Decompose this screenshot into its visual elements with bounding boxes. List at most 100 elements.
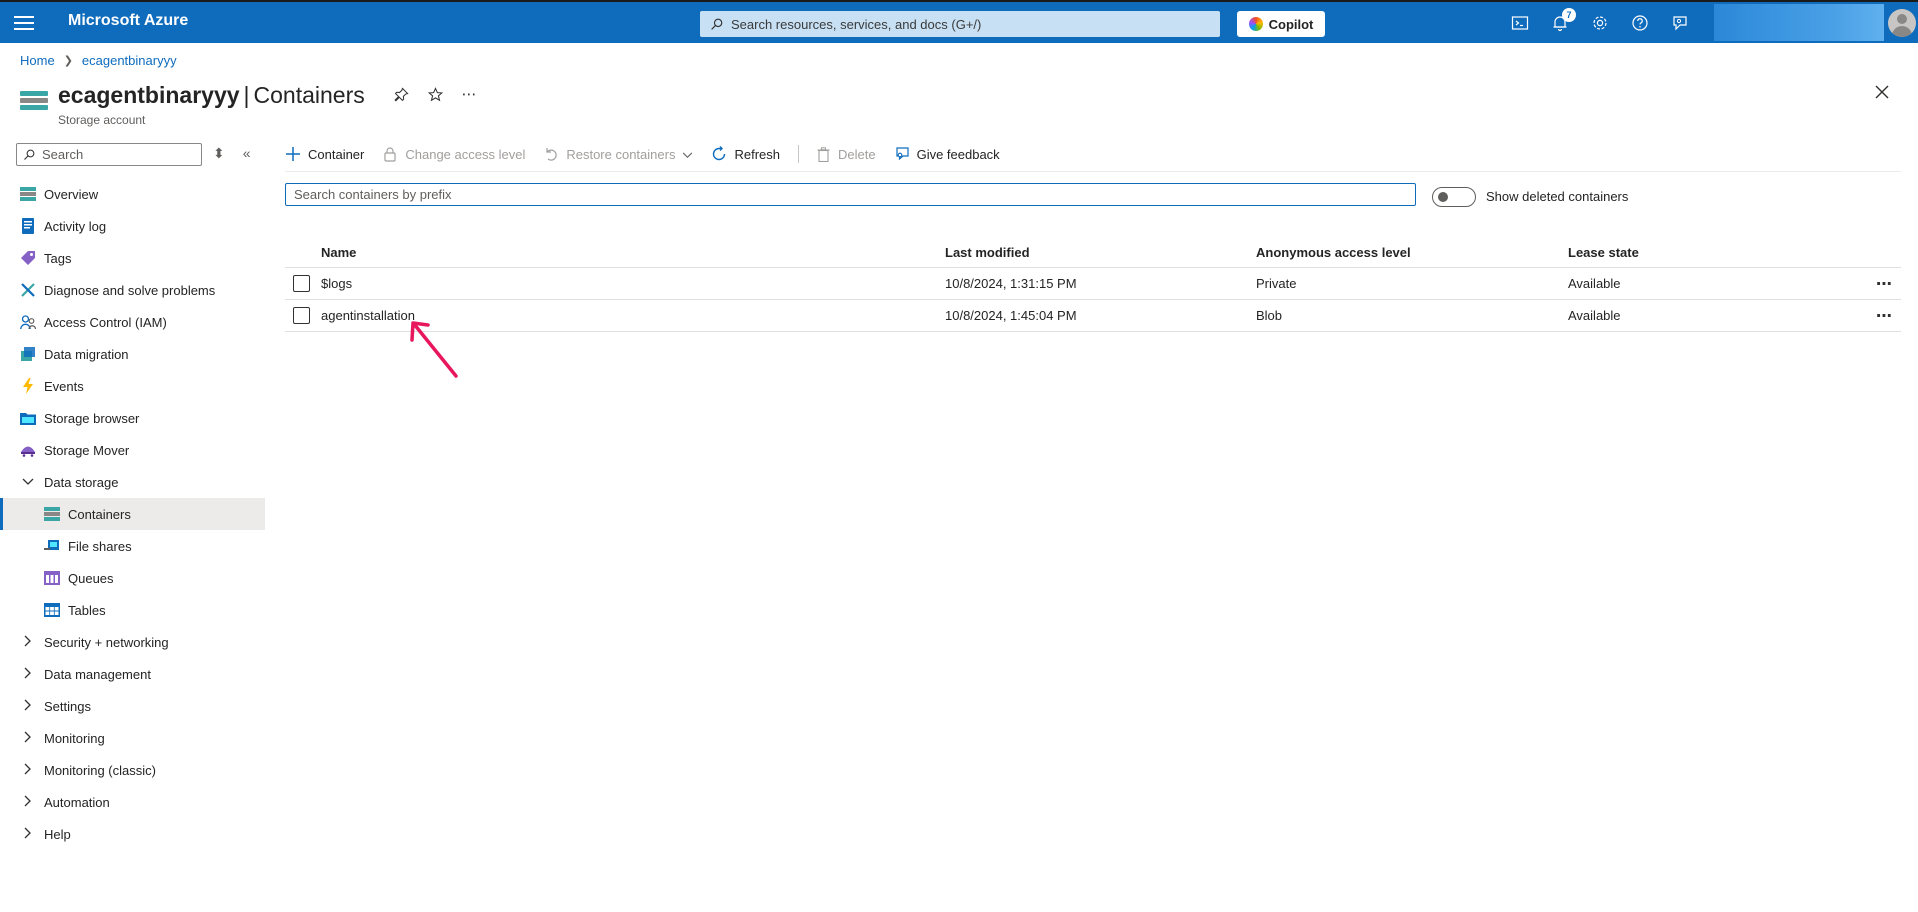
sidebar-item-label: File shares <box>68 538 132 554</box>
sidebar-group-automation[interactable]: Automation <box>0 786 265 818</box>
sidebar-item-label: Security + networking <box>44 634 169 650</box>
help-question-icon[interactable] <box>1630 13 1650 33</box>
sidebar-item-label: Activity log <box>44 218 107 234</box>
sidebar-tools: ⬍ « <box>213 145 251 162</box>
sidebar-group-monitoring[interactable]: Monitoring <box>0 722 265 754</box>
chevron-right-icon <box>20 827 36 842</box>
migration-icon <box>20 346 36 362</box>
global-search[interactable] <box>700 11 1220 37</box>
restore-containers-button[interactable]: Restore containers <box>543 146 693 162</box>
notifications-bell-icon[interactable]: 7 <box>1550 8 1576 33</box>
command-bar-divider <box>285 171 1901 172</box>
containers-icon <box>44 506 60 522</box>
sidebar-item-label: Access Control (IAM) <box>44 314 167 330</box>
delete-label: Delete <box>838 146 876 162</box>
show-deleted-toggle[interactable] <box>1432 187 1476 207</box>
sidebar-item-activity-log[interactable]: Activity log <box>0 210 265 242</box>
sidebar-item-label: Diagnose and solve problems <box>44 282 216 298</box>
cloud-shell-icon[interactable] <box>1510 13 1530 33</box>
sidebar-group-data-management[interactable]: Data management <box>0 658 265 690</box>
sidebar-item-label: Data storage <box>44 474 119 490</box>
add-container-label: Container <box>308 146 365 162</box>
column-header-lease-state[interactable]: Lease state <box>1568 245 1858 260</box>
table-row[interactable]: agentinstallation 10/8/2024, 1:45:04 PM … <box>285 300 1901 332</box>
chevron-right-icon: ❯ <box>63 55 73 67</box>
sidebar-group-data-storage[interactable]: Data storage <box>0 466 265 498</box>
sidebar-item-label: Settings <box>44 698 91 714</box>
column-header-name[interactable]: Name <box>321 245 945 260</box>
container-name[interactable]: $logs <box>321 276 945 291</box>
sidebar-item-tags[interactable]: Tags <box>0 242 265 274</box>
breadcrumb: Home ❯ ecagentbinaryyy <box>20 53 177 68</box>
resource-name: ecagentbinaryyy <box>58 82 240 108</box>
sidebar-item-label: Storage Mover <box>44 442 130 458</box>
sidebar-item-storage-browser[interactable]: Storage browser <box>0 402 265 434</box>
sidebar-search[interactable] <box>16 143 202 166</box>
sidebar-item-overview[interactable]: Overview <box>0 178 265 210</box>
sidebar-item-diagnose[interactable]: Diagnose and solve problems <box>0 274 265 306</box>
sidebar-item-tables[interactable]: Tables <box>0 594 265 626</box>
avatar[interactable] <box>1888 9 1916 37</box>
page-subtitle: Storage account <box>58 113 146 127</box>
tag-icon <box>20 250 36 266</box>
sidebar-group-security-networking[interactable]: Security + networking <box>0 626 265 658</box>
row-more-options-icon[interactable]: ⋯ <box>1876 276 1893 293</box>
add-container-button[interactable]: Container <box>285 146 364 162</box>
account-info-block[interactable] <box>1714 4 1884 41</box>
copilot-button[interactable]: Copilot <box>1237 11 1325 37</box>
chevron-right-icon <box>20 699 36 714</box>
sidebar-group-monitoring-classic[interactable]: Monitoring (classic) <box>0 754 265 786</box>
sidebar-item-label: Data migration <box>44 346 129 362</box>
refresh-button[interactable]: Refresh <box>711 146 780 162</box>
brand-title[interactable]: Microsoft Azure <box>68 12 188 30</box>
feedback-icon[interactable] <box>1670 13 1690 33</box>
row-checkbox[interactable] <box>293 275 310 292</box>
sidebar-item-queues[interactable]: Queues <box>0 562 265 594</box>
column-header-access-level[interactable]: Anonymous access level <box>1256 245 1568 260</box>
hamburger-menu-icon[interactable] <box>14 13 34 31</box>
sidebar-item-label: Containers <box>68 506 131 522</box>
sidebar-item-storage-mover[interactable]: Storage Mover <box>0 434 265 466</box>
collapse-sidebar-icon[interactable]: « <box>243 145 251 162</box>
sidebar-search-input[interactable] <box>40 146 200 163</box>
favorite-star-icon[interactable] <box>427 87 443 103</box>
restore-containers-label: Restore containers <box>566 146 676 162</box>
sidebar-item-label: Queues <box>68 570 114 586</box>
sidebar-item-containers[interactable]: Containers <box>0 498 265 530</box>
container-name[interactable]: agentinstallation <box>321 308 945 323</box>
container-prefix-search-input[interactable] <box>285 183 1416 206</box>
give-feedback-button[interactable]: Give feedback <box>894 146 1000 162</box>
more-options-icon[interactable]: ⋯ <box>461 87 477 103</box>
settings-gear-icon[interactable] <box>1590 13 1610 33</box>
sidebar-item-data-migration[interactable]: Data migration <box>0 338 265 370</box>
sidebar-item-file-shares[interactable]: File shares <box>0 530 265 562</box>
row-checkbox-cell <box>285 307 321 324</box>
sidebar-group-help[interactable]: Help <box>0 818 265 850</box>
lightning-icon <box>20 378 36 394</box>
title-actions: ⋯ <box>393 87 477 103</box>
last-modified-cell: 10/8/2024, 1:31:15 PM <box>945 276 1077 291</box>
table-row[interactable]: $logs 10/8/2024, 1:31:15 PM Private Avai… <box>285 268 1901 300</box>
toolbar-divider <box>798 145 799 163</box>
row-more-options-icon[interactable]: ⋯ <box>1876 308 1893 325</box>
breadcrumb-resource-link[interactable]: ecagentbinaryyy <box>82 53 177 68</box>
delete-button[interactable]: Delete <box>815 146 876 162</box>
toggle-knob <box>1438 192 1448 202</box>
pin-icon[interactable] <box>393 87 409 103</box>
access-level-cell: Private <box>1256 276 1297 291</box>
sidebar-item-events[interactable]: Events <box>0 370 265 402</box>
page-title: ecagentbinaryyy | Containers <box>58 82 365 109</box>
sidebar-item-iam[interactable]: Access Control (IAM) <box>0 306 265 338</box>
global-search-input[interactable] <box>729 15 1209 33</box>
copilot-icon <box>1248 17 1263 31</box>
column-header-last-modified[interactable]: Last modified <box>945 245 1256 260</box>
change-access-label: Change access level <box>405 146 526 162</box>
refresh-label: Refresh <box>734 146 780 162</box>
change-access-level-button[interactable]: Change access level <box>382 146 525 162</box>
row-checkbox[interactable] <box>293 307 310 324</box>
sort-icon[interactable]: ⬍ <box>213 145 225 162</box>
close-icon[interactable] <box>1874 84 1892 102</box>
plus-icon <box>285 146 301 162</box>
sidebar-group-settings[interactable]: Settings <box>0 690 265 722</box>
breadcrumb-home-link[interactable]: Home <box>20 53 55 68</box>
